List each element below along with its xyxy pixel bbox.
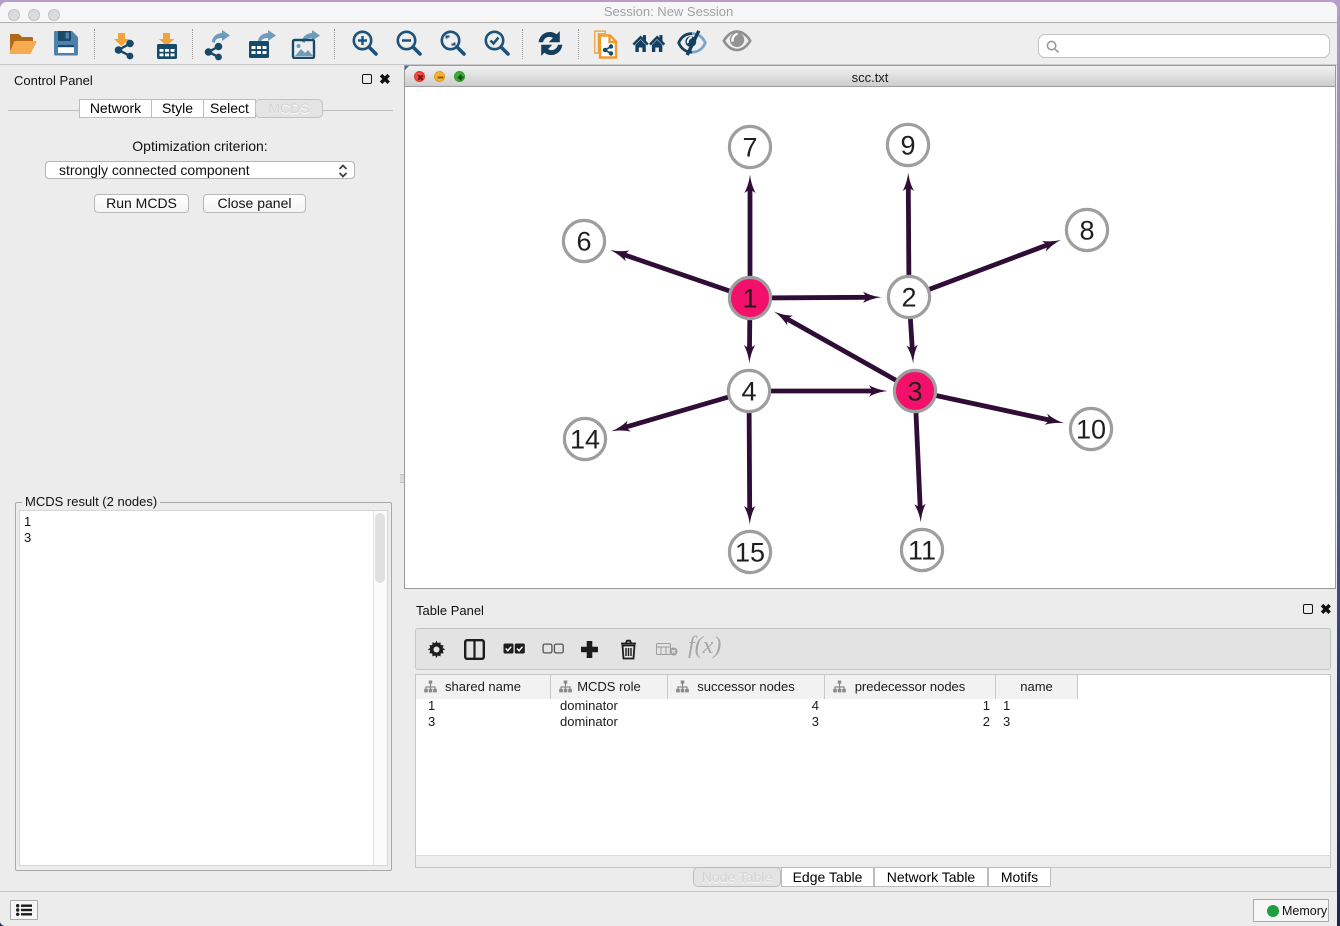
- svg-text:11: 11: [908, 536, 936, 566]
- svg-text:2: 2: [901, 283, 916, 313]
- svg-text:14: 14: [570, 425, 600, 455]
- svg-text:4: 4: [741, 377, 756, 407]
- svg-text:1: 1: [742, 284, 757, 314]
- svg-text:8: 8: [1079, 216, 1094, 246]
- svg-text:3: 3: [907, 377, 922, 407]
- svg-text:9: 9: [900, 131, 915, 161]
- svg-text:6: 6: [576, 227, 591, 257]
- svg-text:15: 15: [735, 538, 765, 568]
- svg-text:7: 7: [742, 133, 757, 163]
- svg-text:10: 10: [1076, 415, 1106, 445]
